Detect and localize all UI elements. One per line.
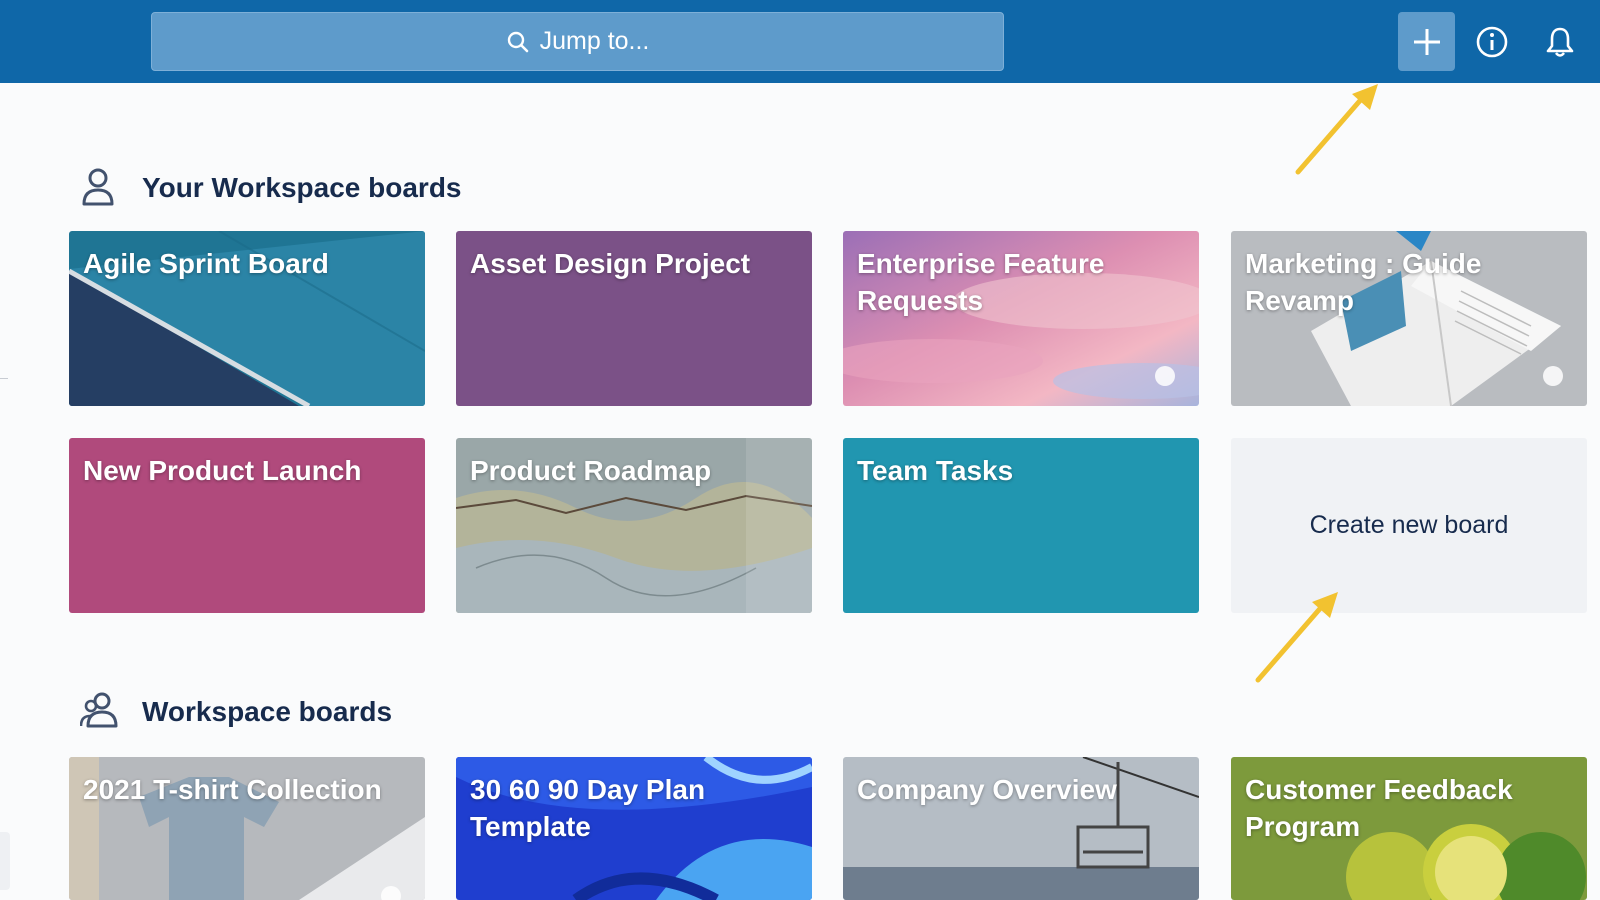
plus-icon <box>1413 28 1440 55</box>
board-company-overview[interactable]: Company Overview <box>843 757 1199 900</box>
board-team-tasks[interactable]: Team Tasks <box>843 438 1199 613</box>
board-title: 30 60 90 Day Plan Template <box>470 774 706 842</box>
board-title: Asset Design Project <box>470 248 751 279</box>
notifications-button[interactable] <box>1531 12 1588 71</box>
board-title: Customer Feedback Program <box>1245 774 1513 842</box>
board-title: Team Tasks <box>857 455 1014 486</box>
your-workspace-boards-heading: Your Workspace boards <box>80 166 462 210</box>
board-title: New Product Launch <box>83 455 362 486</box>
board-2021-tshirt-collection[interactable]: 2021 T-shirt Collection <box>69 757 425 900</box>
left-edge-divider <box>0 378 8 379</box>
board-title: Enterprise Feature Requests <box>857 248 1105 316</box>
section-title: Your Workspace boards <box>142 172 462 203</box>
create-button[interactable] <box>1398 12 1455 71</box>
board-status-dot <box>381 886 401 900</box>
board-title: Company Overview <box>857 774 1117 805</box>
people-icon <box>80 692 118 728</box>
board-product-roadmap[interactable]: Product Roadmap <box>456 438 812 613</box>
board-status-dot <box>1543 366 1563 386</box>
board-title: 2021 T-shirt Collection <box>83 774 382 805</box>
board-asset-design-project[interactable]: Asset Design Project <box>456 231 812 406</box>
top-navigation-bar: Jump to... <box>0 0 1600 83</box>
board-marketing-guide-revamp[interactable]: Marketing : Guide Revamp <box>1231 231 1587 406</box>
search-placeholder: Jump to... <box>539 27 650 55</box>
search-icon <box>507 31 528 52</box>
create-new-board-tile[interactable]: Create new board <box>1231 438 1587 613</box>
board-title: Agile Sprint Board <box>83 248 329 279</box>
create-new-board-label: Create new board <box>1309 511 1509 539</box>
board-new-product-launch[interactable]: New Product Launch <box>69 438 425 613</box>
board-enterprise-feature-requests[interactable]: Enterprise Feature Requests <box>843 231 1199 406</box>
board-30-60-90-day-plan-template[interactable]: 30 60 90 Day Plan Template <box>456 757 812 900</box>
left-edge-panel-tab[interactable] <box>0 832 10 890</box>
board-title: Marketing : Guide Revamp <box>1245 248 1482 316</box>
jump-to-search[interactable]: Jump to... <box>151 12 1004 71</box>
workspace-boards-heading: Workspace boards <box>80 690 392 734</box>
information-button[interactable] <box>1463 12 1520 71</box>
board-agile-sprint-board[interactable]: Agile Sprint Board <box>69 231 425 406</box>
person-icon <box>82 168 114 206</box>
annotation-arrow-to-create-board <box>1255 592 1338 683</box>
board-title: Product Roadmap <box>470 455 712 486</box>
annotation-arrow-to-plus <box>1295 84 1378 175</box>
section-title: Workspace boards <box>142 696 393 727</box>
board-status-dot <box>1155 366 1175 386</box>
board-customer-feedback-program[interactable]: Customer Feedback Program <box>1231 757 1587 900</box>
info-icon <box>1476 26 1507 57</box>
bell-icon <box>1546 27 1573 57</box>
